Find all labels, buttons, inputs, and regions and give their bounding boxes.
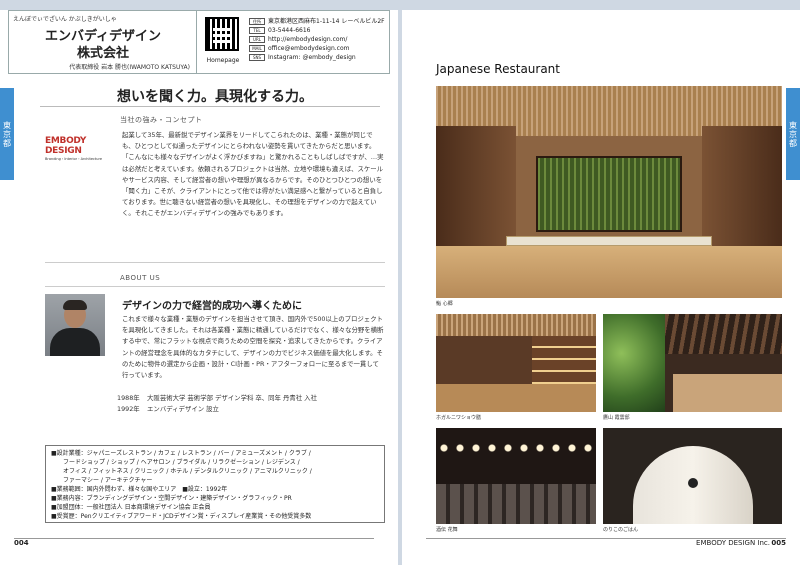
left-page: えんぼでぃでざいん かぶしきがいしゃ エンバディデザイン 株式会社 代表取締役 … xyxy=(0,0,398,565)
photo-tables xyxy=(673,374,782,412)
url-link[interactable]: http://embodydesign.com/ xyxy=(268,36,347,43)
strength-text: 起業して35年、最新鋭でデザイン業界をリードしてこられたのは、業種・業態が同じで… xyxy=(122,131,384,218)
business-info-box: ■設計業種：ジャパニーズレストラン / カフェ / レストラン / バー / ア… xyxy=(45,445,385,523)
caption-d: のりこのごはん xyxy=(603,527,639,533)
info-row: ■業務範囲：国内外問わず、様々な国やエリア ■設立：1992年 xyxy=(51,486,228,493)
photo-bar xyxy=(436,384,596,412)
photo-beams xyxy=(665,314,782,354)
contact-sns-row: SNS Instagram: @embody_design xyxy=(249,53,385,62)
info-row: ■設計業種：ジャパニーズレストラン / カフェ / レストラン / バー / ア… xyxy=(51,450,311,457)
caption-a: ホガルニワショウ膳 xyxy=(436,415,482,421)
restaurant-photo-a xyxy=(436,314,596,412)
prefecture-tab: 東京都 xyxy=(786,88,800,180)
top-band xyxy=(0,0,398,10)
right-page: 東京都 Japanese Restaurant 鮨 心郷 ホガルニワショウ膳 鷹… xyxy=(402,0,800,565)
photo-logo-mark xyxy=(688,478,698,488)
page-number-right: 005 xyxy=(771,539,786,547)
about-heading: デザインの力で経営的成功へ導くために xyxy=(122,301,302,312)
about-text: これまで様々な業種・業態のデザインを担当させて頂き、国内外で500以上のプロジェ… xyxy=(122,315,384,380)
company-name-line2: 株式会社 xyxy=(76,46,129,61)
portfolio-title: Japanese Restaurant xyxy=(436,62,560,76)
company-header-card: えんぼでぃでざいん かぶしきがいしゃ エンバディデザイン 株式会社 代表取締役 … xyxy=(8,10,390,74)
top-band xyxy=(402,0,800,10)
qr-code-icon[interactable] xyxy=(205,17,239,51)
photo-hair xyxy=(63,300,87,310)
info-row: ■業務内容：ブランディングデザイン・空間デザイン・建築デザイン・グラフィック・P… xyxy=(51,495,292,502)
about-rule xyxy=(45,286,385,287)
sns-tag: SNS xyxy=(249,54,265,61)
info-row: ■受賞歴：Penクリエイティブアワード・JCDデザイン賞・ディスプレイ産業賞・そ… xyxy=(51,513,312,520)
photo-booths xyxy=(436,484,596,524)
company-kana: えんぼでぃでざいん かぶしきがいしゃ xyxy=(13,16,117,23)
photo-lamps xyxy=(436,438,596,458)
caption-main: 鮨 心郷 xyxy=(436,301,453,307)
caption-c: 酒伝 花舞 xyxy=(436,527,458,533)
company-logo: EMBODY DESIGN Branding・Interior・Architec… xyxy=(45,136,111,161)
photo-showcase xyxy=(506,236,712,246)
photo-body xyxy=(50,328,100,356)
contact-address-row: 住所 東京都港区西麻布1-11-14 レーベルビル2F xyxy=(249,17,385,26)
url-tag: URL xyxy=(249,36,265,43)
caption-b: 鷹山 霞雲邸 xyxy=(603,415,630,421)
representative: 代表取締役 岩本 勝也(IWAMOTO KATSUYA) xyxy=(69,64,190,71)
career-text: エンバディデザイン 設立 xyxy=(147,405,219,413)
section-divider xyxy=(45,262,385,263)
address-tag: 住所 xyxy=(249,18,265,25)
restaurant-photo-d xyxy=(603,428,782,524)
contact-info: 住所 東京都港区西麻布1-11-14 レーベルビル2F TEL 03-5444-66… xyxy=(249,17,385,62)
career-row: 1988年 大阪芸術大学 芸術学部 デザイン学科 卒、同年 丹青社 入社 xyxy=(117,393,317,402)
photo-counter xyxy=(436,246,782,298)
about-label: ABOUT US xyxy=(120,274,161,282)
strength-label: 当社の強み・コンセプト xyxy=(120,116,203,124)
info-row: フードショップ / ショップ / ヘアサロン / ブライダル / リラクゼーショ… xyxy=(51,459,300,466)
tel-tag: TEL xyxy=(249,27,265,34)
career-text: 大阪芸術大学 芸術学部 デザイン学科 卒、同年 丹青社 入社 xyxy=(147,394,317,402)
main-restaurant-photo xyxy=(436,86,782,298)
magazine-spread: えんぼでぃでざいん かぶしきがいしゃ エンバディデザイン 株式会社 代表取締役 … xyxy=(0,0,800,565)
contact-tel-row: TEL 03-5444-6616 xyxy=(249,26,385,35)
info-row: ファーマシー / アーキテクチャー xyxy=(51,477,153,484)
contact-url-row: URL http://embodydesign.com/ xyxy=(249,35,385,44)
photo-ceiling xyxy=(436,314,596,336)
mail-tag: MAIL xyxy=(249,45,265,52)
career-year: 1988年 xyxy=(117,394,140,402)
prefecture-tab: 東京都 xyxy=(0,88,14,180)
catchcopy-rule xyxy=(40,106,380,107)
company-name-box: えんぼでぃでざいん かぶしきがいしゃ エンバディデザイン 株式会社 代表取締役 … xyxy=(9,11,197,73)
info-row: オフィス / フィットネス / クリニック / ホテル / デンタルクリニック … xyxy=(51,468,312,475)
logo-sub-text: Branding・Interior・Architecture xyxy=(45,157,103,161)
mail-link[interactable]: office@embodydesign.com xyxy=(268,45,349,52)
page-number-left: 004 xyxy=(14,539,29,547)
footer-rule xyxy=(14,538,374,539)
contact-mail-row: MAIL office@embodydesign.com xyxy=(249,44,385,53)
career-year: 1992年 xyxy=(117,405,140,413)
sns-value: Instagram: @embody_design xyxy=(268,54,356,61)
homepage-label: Homepage xyxy=(206,57,240,64)
restaurant-photo-b xyxy=(603,314,782,412)
representative-photo xyxy=(45,294,105,356)
logo-main-text: EMBODY DESIGN xyxy=(45,136,87,156)
photo-bamboo-window xyxy=(536,156,682,232)
career-row: 1992年 エンバディデザイン 設立 xyxy=(117,404,219,413)
info-row: ■加盟団体：一般社団法人 日本商環境デザイン協会 正会員 xyxy=(51,504,211,511)
address-value: 東京都港区西麻布1-11-14 レーベルビル2F xyxy=(268,18,385,25)
photo-garden xyxy=(603,314,665,412)
catchcopy: 想いを聞く力。具現化する力。 xyxy=(117,89,313,105)
tel-value: 03-5444-6616 xyxy=(268,27,311,34)
restaurant-photo-c xyxy=(436,428,596,524)
brand-footer: EMBODY DESIGN Inc. xyxy=(696,539,770,547)
